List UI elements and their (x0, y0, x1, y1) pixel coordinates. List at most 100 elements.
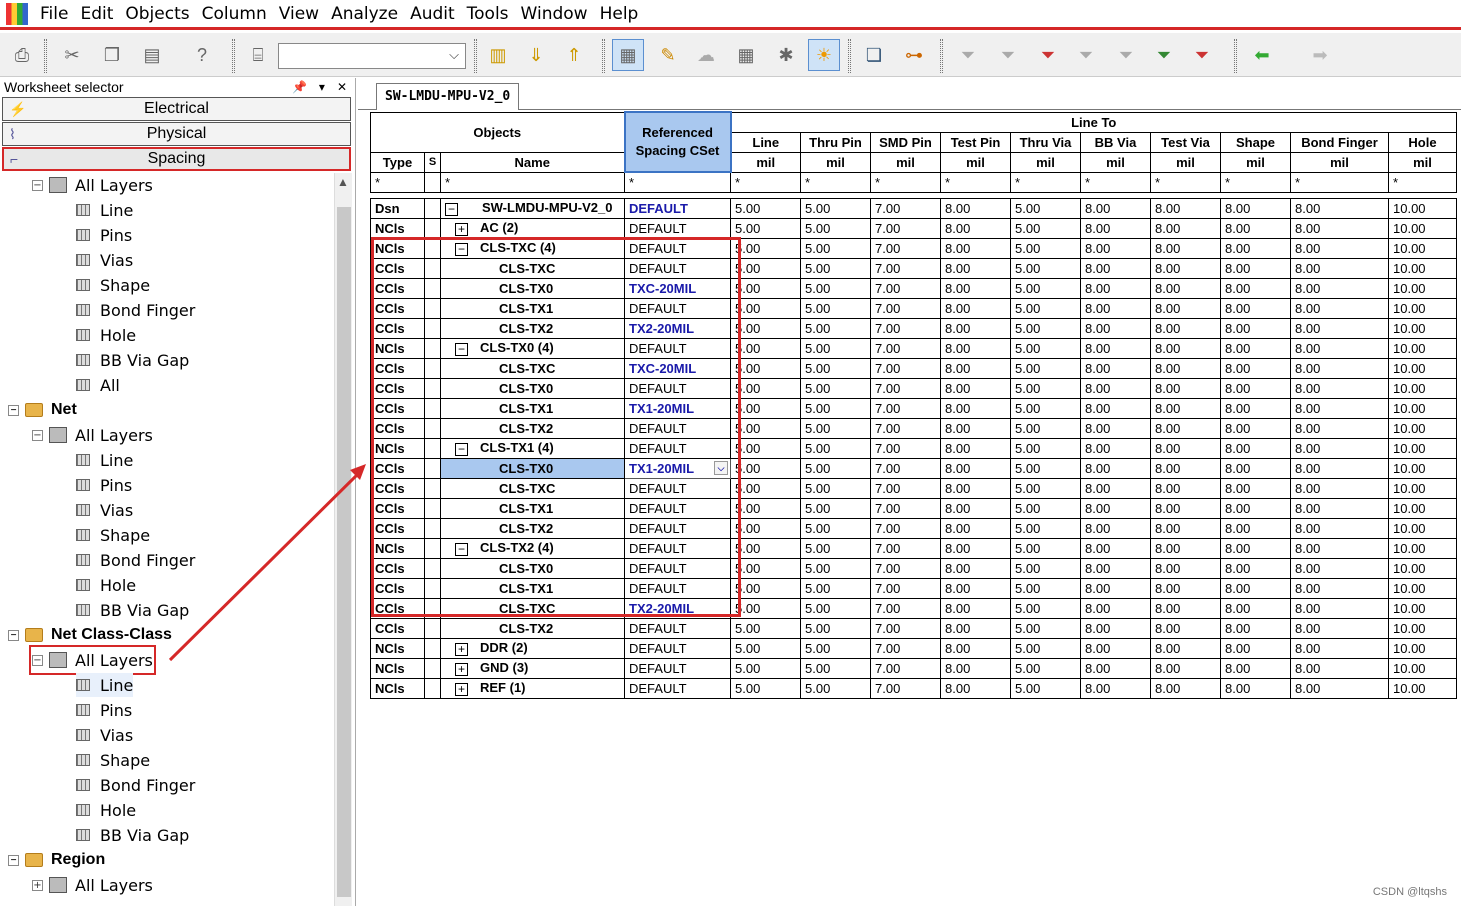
value-cell[interactable]: 8.00 (1080, 237, 1151, 259)
value-cell[interactable]: 5.00 (1010, 617, 1081, 639)
name-cell[interactable]: CLS-TX1 (440, 497, 625, 519)
filter-select-icon[interactable]: ⌸ (242, 39, 274, 71)
value-cell[interactable]: 5.00 (1010, 677, 1081, 699)
filter-cell[interactable]: * (730, 171, 801, 193)
column-header-bb-via[interactable]: BB Via (1080, 131, 1151, 153)
value-cell[interactable]: 5.00 (730, 457, 801, 479)
tree-item-all[interactable]: All (76, 373, 120, 397)
filter2-icon[interactable]: ⏷ (992, 39, 1024, 71)
sheet-table-icon[interactable]: ▦ (612, 39, 644, 71)
value-cell[interactable]: 5.00 (730, 277, 801, 299)
category-physical[interactable]: ⌇ Physical (2, 122, 351, 146)
up-arrow-icon[interactable]: ⇑ (558, 39, 590, 71)
value-cell[interactable]: 5.00 (730, 357, 801, 379)
value-cell[interactable]: 8.00 (1290, 417, 1389, 439)
value-cell[interactable]: 5.00 (800, 477, 871, 499)
value-cell[interactable]: 7.00 (870, 497, 941, 519)
table-row[interactable]: CCls CLS-TXC DEFAULT 5.00 5.00 7.00 8.00 5.00 8.… (370, 257, 1457, 279)
value-cell[interactable]: 8.00 (1080, 517, 1151, 539)
value-cell[interactable]: 5.00 (1010, 377, 1081, 399)
value-cell[interactable]: 5.00 (800, 417, 871, 439)
value-cell[interactable]: 10.00 (1388, 337, 1457, 359)
value-cell[interactable]: 8.00 (1080, 377, 1151, 399)
value-cell[interactable]: 7.00 (870, 257, 941, 279)
back-arrow-icon[interactable]: ⬅ (1246, 39, 1278, 71)
cset-cell[interactable]: DEFAULT (624, 257, 731, 279)
value-cell[interactable]: 8.00 (1220, 297, 1291, 319)
forward-arrow-icon[interactable]: ➡ (1304, 39, 1336, 71)
name-cell[interactable]: CLS-TX0 (440, 557, 625, 579)
filter-cell[interactable]: * (440, 171, 625, 193)
value-cell[interactable]: 10.00 (1388, 497, 1457, 519)
filter-cell[interactable]: * (1290, 171, 1389, 193)
value-cell[interactable]: 5.00 (800, 517, 871, 539)
name-cell[interactable]: CLS-TXC (440, 257, 625, 279)
value-cell[interactable]: 5.00 (800, 217, 871, 239)
name-cell[interactable]: CLS-TX1 (440, 397, 625, 419)
value-cell[interactable]: 5.00 (1010, 417, 1081, 439)
value-cell[interactable]: 10.00 (1388, 237, 1457, 259)
value-cell[interactable]: 8.00 (1220, 517, 1291, 539)
value-cell[interactable]: 8.00 (1080, 637, 1151, 659)
cset-cell[interactable]: TX2-20MIL (624, 597, 731, 619)
value-cell[interactable]: 7.00 (870, 517, 941, 539)
value-cell[interactable]: 8.00 (1080, 577, 1151, 599)
filter-cell[interactable] (424, 171, 441, 193)
value-cell[interactable]: 8.00 (1290, 577, 1389, 599)
value-cell[interactable]: 8.00 (1150, 257, 1221, 279)
tree-item-hole[interactable]: Hole (76, 798, 136, 822)
value-cell[interactable]: 10.00 (1388, 377, 1457, 399)
value-cell[interactable]: 5.00 (800, 377, 871, 399)
tree-item-bond-finger[interactable]: Bond Finger (76, 773, 195, 797)
value-cell[interactable]: 10.00 (1388, 637, 1457, 659)
value-cell[interactable]: 10.00 (1388, 597, 1457, 619)
value-cell[interactable]: 5.00 (800, 257, 871, 279)
scroll-up-icon[interactable]: ▲ (337, 175, 349, 189)
value-cell[interactable]: 8.00 (1080, 597, 1151, 619)
menu-audit[interactable]: Audit (404, 4, 461, 24)
value-cell[interactable]: 8.00 (1290, 237, 1389, 259)
value-cell[interactable]: 5.00 (800, 497, 871, 519)
value-cell[interactable]: 8.00 (940, 197, 1011, 219)
value-cell[interactable]: 8.00 (1220, 217, 1291, 239)
net-class-icon[interactable]: ▥ (482, 39, 514, 71)
column-header-test-pin[interactable]: Test Pin (940, 131, 1011, 153)
value-cell[interactable]: 5.00 (730, 597, 801, 619)
value-cell[interactable]: 8.00 (940, 537, 1011, 559)
cset-cell[interactable]: DEFAULT (624, 417, 731, 439)
filter-cell[interactable]: * (940, 171, 1011, 193)
value-cell[interactable]: 5.00 (800, 557, 871, 579)
value-cell[interactable]: 5.00 (800, 457, 871, 479)
print-icon[interactable]: ⎙ (6, 39, 38, 71)
value-cell[interactable]: 5.00 (800, 357, 871, 379)
value-cell[interactable]: 8.00 (1220, 677, 1291, 699)
chevron-down-icon[interactable]: ⌵ (714, 460, 728, 475)
value-cell[interactable]: 8.00 (1150, 337, 1221, 359)
value-cell[interactable]: 5.00 (730, 437, 801, 459)
table-row[interactable]: CCls CLS-TX2 DEFAULT 5.00 5.00 7.00 8.00 5.00 8.… (370, 617, 1457, 639)
value-cell[interactable]: 10.00 (1388, 557, 1457, 579)
name-cell[interactable]: + REF (1) (440, 677, 625, 699)
value-cell[interactable]: 10.00 (1388, 477, 1457, 499)
value-cell[interactable]: 8.00 (940, 397, 1011, 419)
value-cell[interactable]: 8.00 (1080, 297, 1151, 319)
cset-cell[interactable]: DEFAULT (624, 617, 731, 639)
value-cell[interactable]: 7.00 (870, 597, 941, 619)
collapse-icon[interactable]: − (8, 629, 19, 641)
value-cell[interactable]: 8.00 (1150, 277, 1221, 299)
filter-cell[interactable]: * (1010, 171, 1081, 193)
value-cell[interactable]: 8.00 (1080, 197, 1151, 219)
name-cell[interactable]: − CLS-TX0 (4) (440, 337, 625, 359)
value-cell[interactable]: 8.00 (1150, 617, 1221, 639)
value-cell[interactable]: 8.00 (1290, 597, 1389, 619)
value-cell[interactable]: 8.00 (1220, 317, 1291, 339)
filter-cell[interactable]: * (1080, 171, 1151, 193)
cset-cell[interactable]: DEFAULT (624, 497, 731, 519)
value-cell[interactable]: 5.00 (1010, 657, 1081, 679)
value-cell[interactable]: 5.00 (730, 317, 801, 339)
menu-analyze[interactable]: Analyze (325, 4, 404, 24)
value-cell[interactable]: 5.00 (1010, 337, 1081, 359)
filter-cell[interactable]: * (1388, 171, 1457, 193)
value-cell[interactable]: 8.00 (940, 477, 1011, 499)
value-cell[interactable]: 10.00 (1388, 277, 1457, 299)
